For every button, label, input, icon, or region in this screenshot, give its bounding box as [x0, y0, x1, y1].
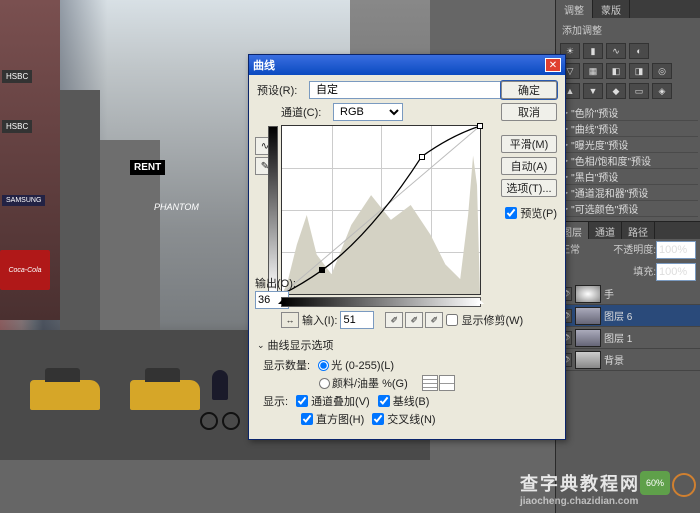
curve-graph[interactable] [281, 125, 481, 295]
ink-radio[interactable]: 颜料/油墨 %(G) [319, 375, 408, 391]
smooth-button[interactable]: 平滑(M) [501, 135, 557, 153]
right-panel: 调整 蒙版 添加调整 ☀ ▮ ∿ ◐ ▽ ▦ ◧ ◨ ◎ ▲ ▼ ◆ ▭ ◈ ▶… [555, 0, 700, 513]
display-options-fold[interactable]: ⌄ 曲线显示选项 [257, 337, 557, 353]
sign-hsbc-2: HSBC [2, 120, 32, 133]
curves-dialog: 曲线 ✕ 确定 取消 平滑(M) 自动(A) 选项(T)... 预览(P) 预设… [248, 54, 566, 440]
dialog-title: 曲线 [253, 57, 275, 73]
adj-hue-icon[interactable]: ▦ [583, 63, 603, 79]
watermark-badge: 60% [640, 471, 670, 495]
curve-point-2[interactable] [419, 154, 425, 160]
black-eyedropper-icon[interactable]: ✐ [385, 312, 403, 328]
tab-adjustments[interactable]: 调整 [556, 0, 593, 18]
adj-selective-icon[interactable]: ◈ [652, 83, 672, 99]
target-adjust-icon[interactable]: ↔ [281, 312, 299, 328]
sign-samsung: SAMSUNG [2, 195, 45, 206]
preset-curves[interactable]: ▶"曲线"预设 [558, 121, 698, 137]
preset-selcolor[interactable]: ▶"可选颜色"预设 [558, 201, 698, 217]
curve-point-1[interactable] [319, 267, 325, 273]
adj-posterize-icon[interactable]: ▼ [583, 83, 603, 99]
input-label: 输入(I): [302, 312, 337, 328]
white-point-slider[interactable] [476, 296, 484, 304]
add-adjustment-label: 添加调整 [556, 18, 700, 41]
adjustment-icons-row3: ▲ ▼ ◆ ▭ ◈ [556, 81, 700, 101]
close-icon[interactable]: ✕ [545, 58, 561, 72]
channel-label: 通道(C): [281, 104, 329, 120]
preset-levels[interactable]: ▶"色阶"预设 [558, 105, 698, 121]
preview-checkbox[interactable]: 预览(P) [505, 205, 557, 221]
show-amount-label: 显示数量: [263, 357, 310, 373]
options-button[interactable]: 选项(T)... [501, 179, 557, 197]
ok-button[interactable]: 确定 [501, 81, 557, 99]
layer-background[interactable]: 👁 背景 [556, 349, 700, 371]
output-gradient [268, 126, 278, 294]
preset-list: ▶"色阶"预设 ▶"曲线"预设 ▶"曝光度"预设 ▶"色相/饱和度"预设 ▶"黑… [558, 105, 698, 217]
tab-paths[interactable]: 路径 [622, 222, 655, 239]
show-label: 显示: [263, 393, 288, 409]
layer-thumb [575, 285, 601, 303]
watermark: 查字典教程网 jiaocheng.chazidian.com [520, 470, 640, 507]
chevron-down-icon: ⌄ [257, 340, 265, 351]
intersection-checkbox[interactable]: 交叉线(N) [372, 411, 435, 427]
opacity-input[interactable] [656, 241, 696, 259]
adj-colorbalance-icon[interactable]: ◧ [606, 63, 626, 79]
taxi-1 [30, 380, 100, 410]
overlay-checkbox[interactable]: 通道叠加(V) [296, 393, 370, 409]
preset-hue[interactable]: ▶"色相/饱和度"预设 [558, 153, 698, 169]
white-eyedropper-icon[interactable]: ✐ [425, 312, 443, 328]
sign-hsbc: HSBC [2, 70, 32, 83]
curve-line [282, 126, 480, 294]
histogram-checkbox[interactable]: 直方图(H) [301, 411, 364, 427]
cyclist [200, 370, 240, 430]
layer-thumb [575, 351, 601, 369]
adjustment-icons-row1: ☀ ▮ ∿ ◐ [556, 41, 700, 61]
adj-gradmap-icon[interactable]: ▭ [629, 83, 649, 99]
preset-exposure[interactable]: ▶"曝光度"预设 [558, 137, 698, 153]
tab-channels[interactable]: 通道 [589, 222, 622, 239]
layer-hand[interactable]: 👁 手 [556, 283, 700, 305]
adj-levels-icon[interactable]: ▮ [583, 43, 603, 59]
adj-exposure-icon[interactable]: ◐ [629, 43, 649, 59]
adj-photo-filter-icon[interactable]: ◎ [652, 63, 672, 79]
grid-large-icon[interactable] [439, 375, 455, 391]
taxi-2 [130, 380, 200, 410]
input-gradient[interactable] [281, 297, 481, 307]
black-point-slider[interactable] [278, 296, 286, 304]
sign-rent: RENT [130, 160, 165, 175]
curve-point-3[interactable] [477, 123, 483, 129]
baseline-checkbox[interactable]: 基线(B) [378, 393, 430, 409]
layer-thumb [575, 307, 601, 325]
cancel-button[interactable]: 取消 [501, 103, 557, 121]
preset-bw[interactable]: ▶"黑白"预设 [558, 169, 698, 185]
fill-input[interactable] [656, 263, 696, 281]
dialog-titlebar[interactable]: 曲线 ✕ [249, 55, 565, 75]
layer-thumb [575, 329, 601, 347]
grid-small-icon[interactable] [422, 375, 438, 391]
adjustment-icons-row2: ▽ ▦ ◧ ◨ ◎ [556, 61, 700, 81]
layer-6[interactable]: 👁 图层 6 [556, 305, 700, 327]
show-clipping-checkbox[interactable]: 显示修剪(W) [446, 312, 523, 328]
adj-bw-icon[interactable]: ◨ [629, 63, 649, 79]
sign-coke: Coca-Cola [0, 250, 50, 290]
preset-label: 预设(R): [257, 82, 305, 98]
tab-masks[interactable]: 蒙版 [593, 0, 630, 18]
adj-curves-icon[interactable]: ∿ [606, 43, 626, 59]
sign-phantom: PHANTOM [150, 200, 203, 214]
preset-chmixer[interactable]: ▶"通道混和器"预设 [558, 185, 698, 201]
auto-button[interactable]: 自动(A) [501, 157, 557, 175]
opacity-label: 不透明度: [613, 245, 656, 256]
watermark-circle-icon [672, 473, 696, 497]
gray-eyedropper-icon[interactable]: ✐ [405, 312, 423, 328]
output-label: 输出(O): [255, 275, 296, 291]
light-radio[interactable]: 光 (0-255)(L) [318, 357, 394, 373]
input-input[interactable] [340, 311, 374, 329]
fill-label: 填充: [633, 267, 656, 278]
channel-select[interactable]: RGB [333, 103, 403, 121]
layer-1[interactable]: 👁 图层 1 [556, 327, 700, 349]
adj-threshold-icon[interactable]: ◆ [606, 83, 626, 99]
